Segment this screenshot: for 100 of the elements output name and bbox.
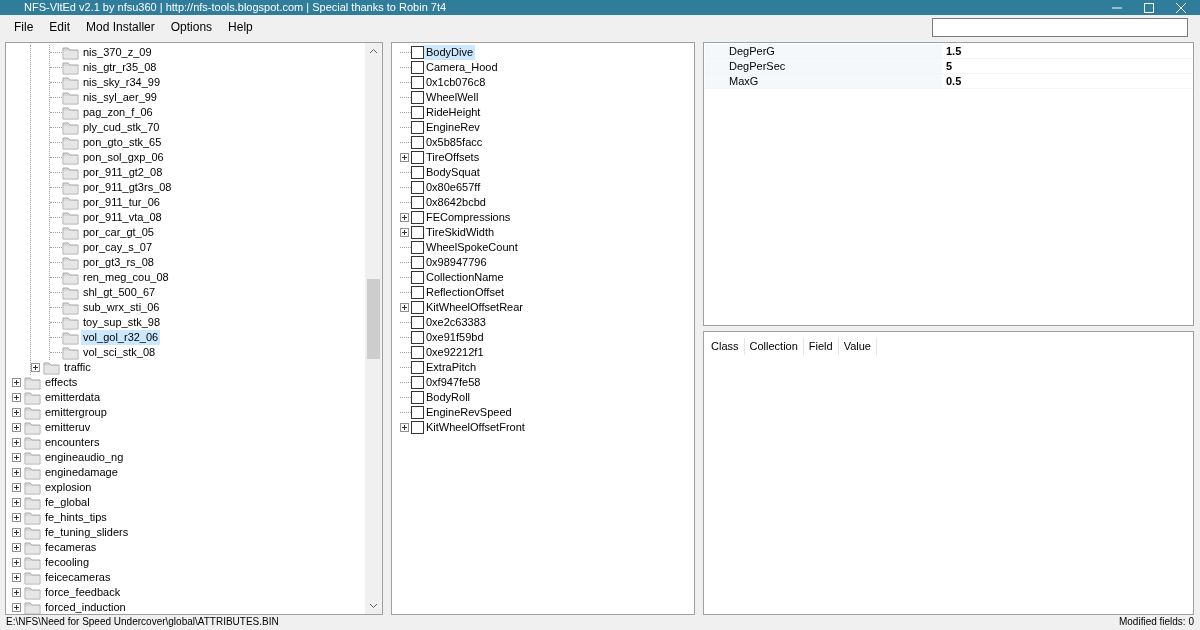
column-header[interactable]: Class xyxy=(706,338,745,355)
expand-icon[interactable] xyxy=(12,438,21,447)
property-value[interactable]: 1.5 xyxy=(942,44,962,58)
property-value[interactable]: 0.5 xyxy=(942,74,962,88)
tree-item[interactable]: 0xe91f59bd xyxy=(424,330,486,345)
tree-item[interactable]: 0xe92212f1 xyxy=(424,345,486,360)
checkbox[interactable] xyxy=(411,331,424,344)
checkbox[interactable] xyxy=(411,61,424,74)
tree-item[interactable]: nis_syl_aer_99 xyxy=(81,90,159,105)
expand-icon[interactable] xyxy=(12,603,21,612)
expand-icon[interactable] xyxy=(12,543,21,552)
checkbox[interactable] xyxy=(411,136,424,149)
tree-item[interactable]: WheelWell xyxy=(424,90,481,105)
menu-item[interactable]: File xyxy=(6,16,42,38)
tree-item[interactable]: ExtraPitch xyxy=(424,360,479,375)
tree-item[interactable]: emittergroup xyxy=(43,405,109,420)
checkbox[interactable] xyxy=(411,406,424,419)
tree-item[interactable]: CollectionName xyxy=(424,270,506,285)
tree-item[interactable]: EngineRev xyxy=(424,120,482,135)
tree-item[interactable]: Camera_Hood xyxy=(424,60,500,75)
tree-item[interactable]: BodySquat xyxy=(424,165,482,180)
tree-item[interactable]: 0x5b85facc xyxy=(424,135,485,150)
tree-item[interactable]: forced_induction xyxy=(43,600,128,614)
expand-icon[interactable] xyxy=(12,588,21,597)
tree-item[interactable]: RideHeight xyxy=(424,105,483,120)
tree-item[interactable]: 0x80e657ff xyxy=(424,180,483,195)
expand-icon[interactable] xyxy=(12,483,21,492)
tree-item[interactable]: pon_sol_gxp_06 xyxy=(81,150,166,165)
scrollbar[interactable] xyxy=(365,43,382,614)
tree-item[interactable]: fe_global xyxy=(43,495,92,510)
expand-icon[interactable] xyxy=(400,213,409,222)
expand-icon[interactable] xyxy=(12,513,21,522)
tree-item[interactable]: emitterdata xyxy=(43,390,103,405)
tree-item[interactable]: shl_gt_500_67 xyxy=(81,285,158,300)
checkbox[interactable] xyxy=(411,376,424,389)
tree-item[interactable]: vol_sci_stk_08 xyxy=(81,345,158,360)
tree-item[interactable]: feicecameras xyxy=(43,570,113,585)
checkbox[interactable] xyxy=(411,106,424,119)
menu-item[interactable]: Help xyxy=(220,16,261,38)
tree-item[interactable]: TireOffsets xyxy=(424,150,482,165)
expand-icon[interactable] xyxy=(12,573,21,582)
checkbox[interactable] xyxy=(411,241,424,254)
tree-item[interactable]: sub_wrx_sti_06 xyxy=(81,300,162,315)
expand-icon[interactable] xyxy=(400,303,409,312)
tree-item[interactable]: por_car_gt_05 xyxy=(81,225,156,240)
search-field[interactable] xyxy=(932,17,1188,37)
expand-icon[interactable] xyxy=(12,408,21,417)
tree-item[interactable]: vol_gol_r32_06 xyxy=(81,330,161,345)
tree-item[interactable]: nis_370_z_09 xyxy=(81,45,154,60)
tree-item[interactable]: 0x1cb076c8 xyxy=(424,75,488,90)
expand-icon[interactable] xyxy=(12,528,21,537)
expand-icon[interactable] xyxy=(12,558,21,567)
tree-item[interactable]: KitWheelOffsetRear xyxy=(424,300,525,315)
tree-item[interactable]: FECompressions xyxy=(424,210,513,225)
tree-item[interactable]: engineaudio_ng xyxy=(43,450,126,465)
tree-item[interactable]: 0x98947796 xyxy=(424,255,489,270)
tree-item[interactable]: BodyDive xyxy=(424,45,476,60)
tree-item[interactable]: 0xf947fe58 xyxy=(424,375,483,390)
menu-item[interactable]: Options xyxy=(162,16,221,38)
tree-item[interactable]: pon_gto_stk_65 xyxy=(81,135,164,150)
tree-item[interactable]: 0xe2c63383 xyxy=(424,315,488,330)
tree-item[interactable]: ply_cud_stk_70 xyxy=(81,120,162,135)
expand-icon[interactable] xyxy=(12,453,21,462)
expand-icon[interactable] xyxy=(12,378,21,387)
expand-icon[interactable] xyxy=(12,468,21,477)
maximize-icon[interactable] xyxy=(1144,2,1154,13)
tree-item[interactable]: por_911_vta_08 xyxy=(81,210,164,225)
close-icon[interactable] xyxy=(1176,2,1186,13)
checkbox[interactable] xyxy=(411,196,424,209)
checkbox[interactable] xyxy=(411,166,424,179)
tree-item[interactable]: BodyRoll xyxy=(424,390,473,405)
checkbox[interactable] xyxy=(411,271,424,284)
expand-icon[interactable] xyxy=(400,153,409,162)
checkbox[interactable] xyxy=(411,361,424,374)
checkbox[interactable] xyxy=(411,76,424,89)
tree-item[interactable]: fecooling xyxy=(43,555,92,570)
tree-item[interactable]: effects xyxy=(43,375,80,390)
tree-item[interactable]: 0x8642bcbd xyxy=(424,195,488,210)
tree-item[interactable]: explosion xyxy=(43,480,94,495)
tree-item[interactable]: encounters xyxy=(43,435,102,450)
checkbox[interactable] xyxy=(411,46,424,59)
checkbox[interactable] xyxy=(411,151,424,164)
tree-item[interactable]: fe_hints_tips xyxy=(43,510,109,525)
checkbox[interactable] xyxy=(411,91,424,104)
checkbox[interactable] xyxy=(411,256,424,269)
menu-item[interactable]: Edit xyxy=(41,16,79,38)
tree-item[interactable]: por_911_gt3rs_08 xyxy=(81,180,174,195)
checkbox[interactable] xyxy=(411,286,424,299)
column-header[interactable]: Collection xyxy=(744,338,804,355)
tree-item[interactable]: EngineRevSpeed xyxy=(424,405,514,420)
tree-item[interactable]: TireSkidWidth xyxy=(424,225,497,240)
column-header[interactable]: Value xyxy=(838,338,877,355)
tree-item[interactable]: por_cay_s_07 xyxy=(81,240,155,255)
checkbox[interactable] xyxy=(411,316,424,329)
checkbox[interactable] xyxy=(411,181,424,194)
column-header[interactable]: Field xyxy=(803,338,839,355)
tree-item[interactable]: emitteruv xyxy=(43,420,93,435)
scroll-thumb[interactable] xyxy=(367,279,380,359)
tree-item[interactable]: ReflectionOffset xyxy=(424,285,507,300)
tree-item[interactable]: nis_gtr_r35_08 xyxy=(81,60,159,75)
